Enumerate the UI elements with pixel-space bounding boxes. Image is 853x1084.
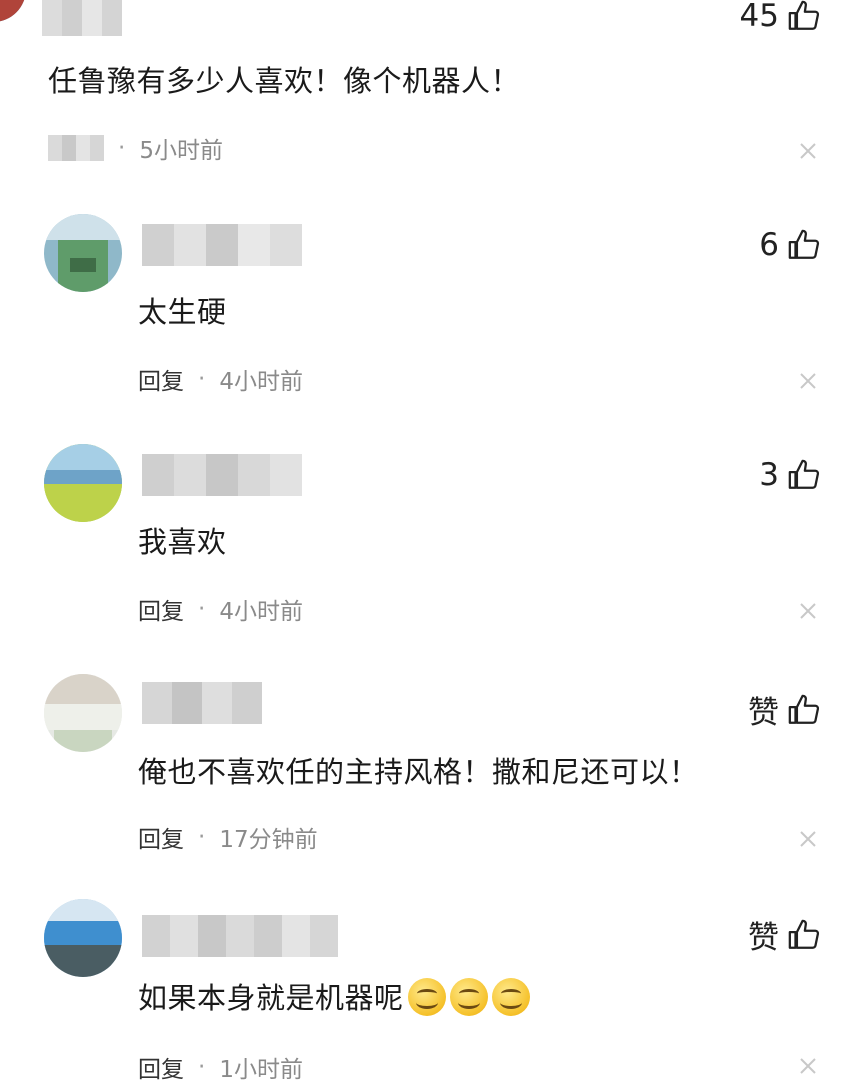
close-icon[interactable] [797,828,819,850]
timestamp: 17分钟前 [219,827,318,853]
comment-meta: 回复 · 4小时前 [138,362,303,396]
reply-button-blurred[interactable] [48,135,104,161]
username-blurred[interactable] [142,224,302,266]
avatar[interactable] [44,214,122,292]
close-icon[interactable] [797,370,819,392]
comment-text: 任鲁豫有多少人喜欢！像个机器人！ [48,64,521,98]
thumbs-up-icon[interactable] [787,693,821,727]
timestamp: 5小时前 [139,138,223,164]
username-blurred[interactable] [142,915,338,957]
comment-item: 3 我喜欢 回复 · 4小时前 [0,440,853,640]
comment-text: 如果本身就是机器呢 [138,981,404,1015]
timestamp: 4小时前 [219,599,303,625]
smile-emoji-icon [407,978,446,1016]
thumbs-up-icon[interactable] [787,0,821,33]
reply-button[interactable]: 回复 [138,1050,184,1084]
like-control[interactable]: 赞 [748,912,821,957]
like-count: 45 [739,0,779,34]
avatar[interactable] [44,899,122,977]
separator-dot: · [118,135,126,161]
reply-button[interactable]: 回复 [138,592,184,626]
smile-emoji-icon [491,978,530,1016]
timestamp: 4小时前 [219,369,303,395]
comment-item: 赞 俺也不喜欢任的主持风格！撒和尼还可以！ 回复 · 17分钟前 [0,670,853,880]
like-label: 赞 [748,695,779,731]
separator-dot: · [198,596,206,622]
thumbs-up-icon[interactable] [787,918,821,952]
username-blurred[interactable] [142,682,262,724]
thumbs-up-icon[interactable] [787,228,821,262]
reply-button[interactable]: 回复 [138,820,184,854]
like-control[interactable]: 45 [740,0,821,34]
like-control[interactable]: 赞 [748,687,821,732]
avatar[interactable] [0,0,26,22]
like-count: 3 [759,457,779,493]
comment-meta: · 5小时前 [48,131,223,165]
thumbs-up-icon[interactable] [787,458,821,492]
comment-meta: 回复 · 17分钟前 [138,820,318,854]
avatar[interactable] [44,444,122,522]
comment-text: 俺也不喜欢任的主持风格！撒和尼还可以！ [138,755,699,789]
username-blurred[interactable] [142,454,302,496]
close-icon[interactable] [797,1055,819,1077]
separator-dot: · [198,824,206,850]
comment-meta: 回复 · 4小时前 [138,592,303,626]
like-control[interactable]: 6 [759,227,821,263]
reply-button[interactable]: 回复 [138,362,184,396]
timestamp: 1小时前 [219,1057,303,1083]
comment-item: 6 太生硬 回复 · 4小时前 [0,210,853,410]
comment-meta: 回复 · 1小时前 [138,1050,303,1084]
close-icon[interactable] [797,140,819,162]
comment-text: 我喜欢 [138,525,227,559]
separator-dot: · [198,1054,206,1080]
like-control[interactable]: 3 [759,457,821,493]
comment-text-line: 如果本身就是机器呢 [138,975,530,1019]
avatar[interactable] [44,674,122,752]
comment-item: 45 任鲁豫有多少人喜欢！像个机器人！ · 5小时前 [0,0,853,195]
comment-item: 赞 如果本身就是机器呢 回复 · 1小时前 [0,895,853,1083]
like-count: 6 [759,227,779,263]
like-label: 赞 [748,920,779,956]
username-blurred[interactable] [42,0,122,36]
smile-emoji-icon [449,978,488,1016]
close-icon[interactable] [797,600,819,622]
separator-dot: · [198,366,206,392]
comment-text: 太生硬 [138,295,227,329]
